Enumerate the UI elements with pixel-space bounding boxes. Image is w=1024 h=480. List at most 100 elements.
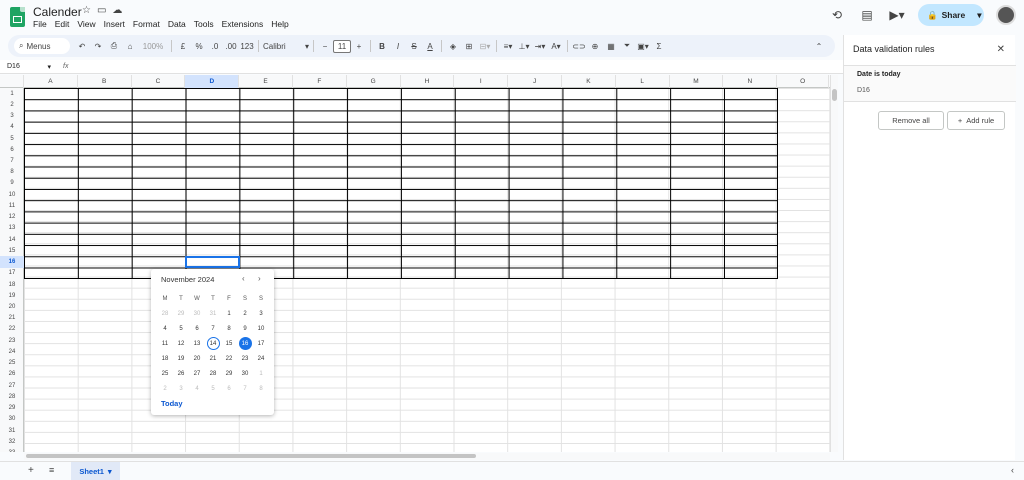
row-header-6[interactable]: 6 <box>0 144 24 155</box>
vertical-align-icon[interactable]: ⊥▾ <box>516 38 532 54</box>
row-header-23[interactable]: 23 <box>0 335 24 346</box>
zoom-select[interactable]: 100% <box>138 38 168 54</box>
row-header-14[interactable]: 14 <box>0 234 24 245</box>
sheets-logo-icon[interactable] <box>10 7 25 27</box>
all-sheets-icon[interactable]: ≡ <box>49 465 54 475</box>
calendar-day[interactable]: 6 <box>189 321 205 336</box>
calendar-day[interactable]: 7 <box>237 381 253 396</box>
calendar-day[interactable]: 11 <box>157 336 173 351</box>
share-dropdown-icon[interactable]: ▾ <box>977 10 981 21</box>
calendar-day[interactable]: 5 <box>205 381 221 396</box>
row-header-31[interactable]: 31 <box>0 425 24 436</box>
column-header-b[interactable]: B <box>78 75 132 88</box>
remove-all-button[interactable]: Remove all <box>878 111 944 130</box>
row-header-25[interactable]: 25 <box>0 358 24 369</box>
add-rule-button[interactable]: + Add rule <box>947 111 1005 130</box>
menu-extensions[interactable]: Extensions <box>222 19 264 29</box>
calendar-day[interactable]: 31 <box>205 306 221 321</box>
row-header-13[interactable]: 13 <box>0 223 24 234</box>
calendar-day[interactable]: 26 <box>173 366 189 381</box>
row-header-11[interactable]: 11 <box>0 200 24 211</box>
calendar-day-today[interactable]: 14 <box>205 336 221 351</box>
row-header-17[interactable]: 17 <box>0 268 24 279</box>
calendar-day[interactable]: 27 <box>189 366 205 381</box>
calendar-day[interactable]: 12 <box>173 336 189 351</box>
validation-rule-card[interactable]: Date is today D16 <box>844 65 1016 102</box>
row-header-15[interactable]: 15 <box>0 245 24 256</box>
row-header-21[interactable]: 21 <box>0 313 24 324</box>
previous-month-icon[interactable]: ‹ <box>242 274 245 283</box>
comments-icon[interactable]: ▤ <box>858 6 876 24</box>
calendar-day[interactable]: 28 <box>205 366 221 381</box>
row-header-12[interactable]: 12 <box>0 212 24 223</box>
percent-format-button[interactable]: % <box>191 38 207 54</box>
calendar-day[interactable]: 2 <box>157 381 173 396</box>
calendar-day[interactable]: 2 <box>237 306 253 321</box>
column-header-e[interactable]: E <box>239 75 293 88</box>
row-header-1[interactable]: 1 <box>0 88 24 99</box>
font-size-input[interactable]: 11 <box>333 39 351 53</box>
active-cell[interactable] <box>185 256 240 268</box>
vertical-scrollbar[interactable] <box>830 75 838 452</box>
menu-data[interactable]: Data <box>168 19 186 29</box>
document-title[interactable]: Calender <box>33 5 82 19</box>
column-header-c[interactable]: C <box>132 75 186 88</box>
calendar-day[interactable]: 8 <box>253 381 269 396</box>
row-header-27[interactable]: 27 <box>0 380 24 391</box>
row-header-16[interactable]: 16 <box>0 256 24 268</box>
column-header-f[interactable]: F <box>293 75 347 88</box>
row-header-3[interactable]: 3 <box>0 110 24 121</box>
strikethrough-icon[interactable]: S <box>406 38 422 54</box>
calendar-day[interactable]: 1 <box>253 366 269 381</box>
calendar-day[interactable]: 7 <box>205 321 221 336</box>
calendar-day[interactable]: 15 <box>221 336 237 351</box>
column-header-l[interactable]: L <box>616 75 670 88</box>
row-header-28[interactable]: 28 <box>0 391 24 402</box>
next-month-icon[interactable]: › <box>258 274 261 283</box>
borders-icon[interactable]: ⊞ <box>461 38 477 54</box>
print-icon[interactable]: ⎙ <box>106 38 122 54</box>
font-size-increase-icon[interactable]: + <box>351 38 367 54</box>
column-header-h[interactable]: H <box>401 75 455 88</box>
calendar-day[interactable]: 18 <box>157 351 173 366</box>
filter-icon[interactable]: ⏷ <box>619 38 635 54</box>
name-box[interactable]: D16 ▾ <box>0 63 55 71</box>
calendar-day[interactable]: 20 <box>189 351 205 366</box>
cell-area[interactable] <box>24 88 830 452</box>
calendar-day[interactable]: 1 <box>221 306 237 321</box>
currency-format-button[interactable]: £ <box>175 38 191 54</box>
functions-icon[interactable]: Σ <box>651 38 667 54</box>
calendar-day[interactable]: 28 <box>157 306 173 321</box>
menu-edit[interactable]: Edit <box>55 19 70 29</box>
avatar[interactable] <box>996 5 1016 25</box>
calendar-day[interactable]: 9 <box>237 321 253 336</box>
meet-icon[interactable]: ▶▾ <box>888 6 906 24</box>
row-header-18[interactable]: 18 <box>0 279 24 290</box>
menu-file[interactable]: File <box>33 19 47 29</box>
menu-help[interactable]: Help <box>271 19 288 29</box>
row-header-7[interactable]: 7 <box>0 155 24 166</box>
scroll-thumb[interactable] <box>832 89 837 101</box>
row-header-19[interactable]: 19 <box>0 290 24 301</box>
calendar-day[interactable]: 4 <box>157 321 173 336</box>
collapse-toolbar-icon[interactable]: ⌃ <box>811 38 827 54</box>
column-header-i[interactable]: I <box>454 75 509 88</box>
row-header-33[interactable]: 33 <box>0 447 24 452</box>
calendar-day-selected[interactable]: 16 <box>237 336 253 351</box>
chevron-down-icon[interactable]: ▾ <box>108 467 112 476</box>
calendar-day[interactable]: 24 <box>253 351 269 366</box>
row-header-22[interactable]: 22 <box>0 324 24 335</box>
formula-input[interactable] <box>68 60 843 73</box>
paint-format-icon[interactable]: ⌂ <box>122 38 138 54</box>
font-select[interactable]: Calibri ▾ <box>262 38 310 54</box>
row-header-9[interactable]: 9 <box>0 178 24 189</box>
fill-color-icon[interactable]: ◈ <box>445 38 461 54</box>
menus-search[interactable]: ⌕ Menus <box>14 38 70 54</box>
font-size-decrease-icon[interactable]: − <box>317 38 333 54</box>
calendar-day[interactable]: 23 <box>237 351 253 366</box>
text-rotation-icon[interactable]: A▾ <box>548 38 564 54</box>
calendar-day[interactable]: 21 <box>205 351 221 366</box>
menu-insert[interactable]: Insert <box>104 19 125 29</box>
column-header-d[interactable]: D <box>185 75 240 88</box>
calendar-day[interactable]: 3 <box>173 381 189 396</box>
